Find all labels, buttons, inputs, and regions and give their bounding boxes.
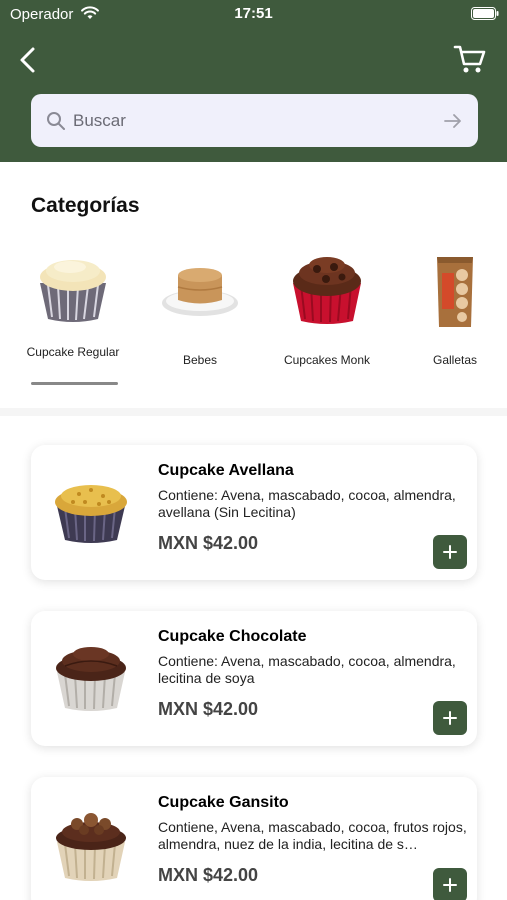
product-name: Cupcake Gansito: [158, 794, 289, 811]
selected-category-indicator: [31, 382, 118, 385]
product-description: Contiene: Avena, mascabado, cocoa, almen…: [158, 653, 456, 686]
add-to-cart-button[interactable]: [433, 868, 467, 900]
add-to-cart-button[interactable]: [433, 701, 467, 735]
product-description: Contiene, Avena, mascabado, cocoa, fruto…: [158, 819, 467, 852]
category-cupcake-regular[interactable]: Cupcake Regular: [18, 245, 128, 385]
chocolate-cupcake-icon: [56, 647, 126, 711]
arrow-right-icon[interactable]: [443, 112, 463, 130]
category-bebes[interactable]: Bebes: [145, 245, 255, 385]
category-label: Cupcakes Monk: [283, 353, 371, 367]
app-header: Operador 17:51: [0, 0, 507, 162]
hazelnut-cupcake-icon: [55, 485, 127, 543]
chocolate-cupcake-icon: [293, 257, 361, 324]
status-bar: Operador 17:51: [0, 0, 507, 28]
product-price: MXN $42.00: [158, 533, 259, 553]
categories-title: Categorías: [31, 194, 140, 217]
product-name: Cupcake Chocolate: [158, 628, 307, 645]
categories-carousel[interactable]: Cupcake Regular Bebes Cupcakes Monk Gall…: [0, 245, 507, 395]
product-card[interactable]: Cupcake Chocolate Contiene: Avena, masca…: [31, 611, 477, 746]
add-to-cart-button[interactable]: [433, 535, 467, 569]
plus-icon: [443, 545, 457, 559]
product-card[interactable]: Cupcake Avellana Contiene: Avena, mascab…: [31, 445, 477, 580]
category-galletas[interactable]: Galletas: [400, 245, 507, 385]
back-chevron-icon[interactable]: [14, 44, 44, 76]
category-label: Galletas: [432, 353, 478, 367]
gansito-cupcake-icon: [56, 813, 126, 881]
status-time: 17:51: [234, 5, 273, 22]
category-label: Bebes: [182, 353, 218, 367]
search-icon: [47, 112, 65, 130]
section-divider: [0, 408, 507, 416]
product-price: MXN $42.00: [158, 865, 259, 885]
plus-icon: [443, 878, 457, 892]
small-cake-icon: [162, 268, 238, 316]
category-label: Cupcake Regular: [26, 345, 120, 359]
shopping-cart-icon[interactable]: [452, 42, 488, 76]
plus-icon: [443, 711, 457, 725]
product-description: Contiene: Avena, mascabado, cocoa, almen…: [158, 487, 456, 520]
category-cupcakes-monk[interactable]: Cupcakes Monk: [272, 245, 382, 385]
product-price: MXN $42.00: [158, 699, 259, 719]
product-name: Cupcake Avellana: [158, 462, 294, 479]
product-card[interactable]: Cupcake Gansito Contiene, Avena, mascaba…: [31, 777, 477, 900]
search-bar[interactable]: [31, 94, 478, 147]
search-input[interactable]: [73, 104, 423, 137]
cookie-bag-icon: [437, 257, 473, 327]
vanilla-cupcake-icon: [40, 260, 106, 322]
battery-icon: [471, 7, 499, 20]
